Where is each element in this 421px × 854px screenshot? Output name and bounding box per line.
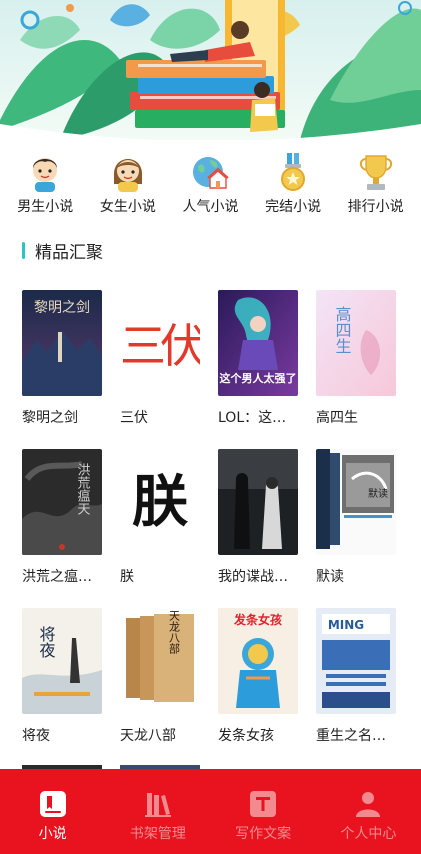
- book-title: 洪荒之瘟…: [22, 569, 92, 585]
- book-card[interactable]: 三伏 三伏: [120, 290, 202, 427]
- girl-icon: [113, 159, 142, 192]
- cover-title: 将夜: [37, 626, 56, 658]
- nav-label: 小说: [38, 826, 67, 842]
- cover-title: 洪荒瘟天: [75, 463, 91, 515]
- book-title: 我的谍战…: [218, 569, 288, 585]
- book-card[interactable]: MING 重生之名…: [316, 608, 398, 745]
- book-title: 天龙八部: [120, 728, 176, 744]
- book-card[interactable]: 天龙八部 天龙八部: [120, 608, 202, 745]
- book-card[interactable]: 朕 朕: [120, 449, 202, 586]
- book-card[interactable]: 洪荒瘟天 洪荒之瘟…: [22, 449, 104, 586]
- cover-title: 天龙八部: [168, 610, 181, 654]
- category-girl[interactable]: 女生小说: [89, 152, 167, 222]
- person-icon: [356, 792, 381, 817]
- nav-writing[interactable]: 写作文案: [213, 769, 313, 854]
- hero-banner[interactable]: [0, 0, 421, 140]
- cover-title: MING: [328, 618, 364, 632]
- book-cover: [218, 449, 298, 555]
- book-cover: 发条女孩: [218, 608, 298, 714]
- section-title: 精品汇聚: [35, 242, 103, 263]
- book-title: LOL：这…: [218, 410, 287, 426]
- category-label: 男生小说: [17, 199, 74, 215]
- cover-title: 默读: [368, 487, 388, 500]
- category-ranking[interactable]: 排行小说: [337, 152, 415, 222]
- book-title: 默读: [316, 569, 344, 585]
- book-card[interactable]: 高四生 高四生: [316, 290, 398, 427]
- book-card[interactable]: 这个男人太强了 LOL：这…: [218, 290, 300, 427]
- book-cover: 默读: [316, 449, 396, 555]
- boy-icon: [33, 158, 58, 192]
- section-header: 精品汇聚: [22, 240, 103, 263]
- book-card[interactable]: 发条女孩 发条女孩: [218, 608, 300, 745]
- book-title: 三伏: [120, 410, 148, 426]
- book-cover: 天龙八部: [120, 608, 200, 714]
- cover-title: 这个男人太强了: [220, 371, 297, 385]
- nav-label: 写作文案: [235, 826, 292, 842]
- book-card[interactable]: 将夜 将夜: [22, 608, 104, 745]
- book-card[interactable]: 黎明之剑 黎明之剑: [22, 290, 104, 427]
- nav-bookshelf[interactable]: 书架管理: [108, 769, 208, 854]
- cover-title: 三伏: [120, 319, 200, 373]
- book-title: 朕: [120, 569, 134, 585]
- book-title: 将夜: [22, 728, 50, 744]
- category-label: 人气小说: [182, 199, 239, 215]
- category-finished[interactable]: 完结小说: [254, 152, 332, 222]
- reading-illustration: [0, 0, 421, 140]
- cover-title: 黎明之剑: [34, 300, 90, 316]
- book-cover: 高四生: [316, 290, 396, 396]
- medal-icon: [281, 153, 306, 191]
- text-t-icon: [250, 791, 277, 817]
- book-title: 发条女孩: [218, 728, 274, 744]
- cover-title: 朕: [132, 469, 189, 535]
- nav-profile[interactable]: 个人中心: [318, 769, 418, 854]
- book-title: 高四生: [316, 410, 358, 426]
- book-cover: MING: [316, 608, 396, 714]
- book-card[interactable]: 我的谍战…: [218, 449, 300, 586]
- category-popular[interactable]: 人气小说: [171, 152, 249, 222]
- category-label: 完结小说: [265, 199, 322, 215]
- section-accent-bar: [22, 241, 25, 259]
- book-cover: 黎明之剑: [22, 290, 102, 396]
- cover-title: 高四生: [333, 306, 352, 354]
- book-title: 重生之名…: [316, 728, 386, 744]
- category-label: 女生小说: [99, 199, 156, 215]
- book-cover: 洪荒瘟天: [22, 449, 102, 555]
- trophy-icon: [359, 155, 392, 190]
- book-card[interactable]: 默读 默读: [316, 449, 398, 586]
- book-cover: 将夜: [22, 608, 102, 714]
- globe-house-icon: [193, 157, 230, 189]
- book-cover: 三伏: [120, 290, 200, 396]
- cover-title: 发条女孩: [233, 612, 282, 627]
- nav-novel[interactable]: 小说: [3, 769, 103, 854]
- nav-label: 书架管理: [129, 826, 186, 842]
- bottom-nav: 小说 书架管理 写作文案 个人中心: [0, 769, 421, 854]
- book-title: 黎明之剑: [22, 410, 78, 426]
- book-icon: [39, 791, 66, 817]
- book-cover: 朕: [120, 449, 200, 555]
- bookshelf-icon: [144, 793, 171, 817]
- category-boy[interactable]: 男生小说: [6, 152, 84, 222]
- nav-label: 个人中心: [340, 826, 397, 842]
- category-row: 男生小说 女生小说 人气小说 完结小说 排行小说: [0, 152, 421, 222]
- book-cover: 这个男人太强了: [218, 290, 298, 396]
- category-label: 排行小说: [347, 199, 404, 215]
